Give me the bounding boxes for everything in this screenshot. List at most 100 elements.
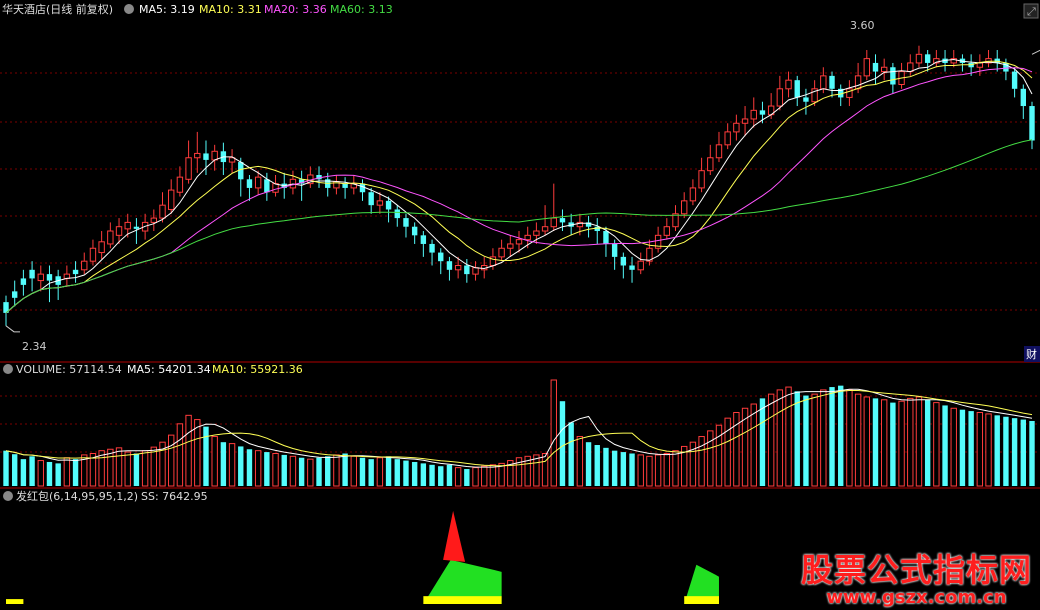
candle-body <box>515 239 523 245</box>
dropdown-icon[interactable] <box>3 491 13 501</box>
high-annotation: 3.60 <box>850 19 875 32</box>
volume-bar <box>568 422 574 486</box>
volume-bar <box>133 453 140 486</box>
candle-body <box>829 75 835 89</box>
volume-bar <box>333 454 340 487</box>
candle-body <box>429 243 435 253</box>
volume-bar <box>220 442 227 486</box>
candle-body <box>794 80 800 98</box>
volume-bar <box>915 396 923 487</box>
volume-bar <box>228 443 236 487</box>
volume-bar <box>185 414 192 487</box>
volume-bar <box>446 464 453 486</box>
candle-body <box>246 179 253 188</box>
ma10-label: MA10: 3.31 <box>199 3 262 16</box>
candle-body <box>863 58 870 77</box>
volume-bar <box>107 448 114 487</box>
dropdown-icon[interactable] <box>3 364 13 374</box>
volume-bar <box>654 454 662 487</box>
candle-body <box>176 176 184 193</box>
candle-body <box>733 122 740 133</box>
indicator-label: 发红包(6,14,95,95,1,2) <box>16 489 138 503</box>
chart-stage[interactable]: 华天酒店(日线 前复权) MA5: 3.19 MA10: 3.31 MA20: … <box>0 0 1040 610</box>
candle-body <box>785 79 792 90</box>
candle-body <box>776 88 784 107</box>
volume-bar <box>385 456 392 486</box>
dropdown-icon[interactable] <box>124 4 134 14</box>
candle-body <box>385 200 392 210</box>
candle-body <box>411 226 418 236</box>
volume-bar <box>907 397 914 487</box>
candle-body <box>472 267 479 275</box>
ma10-line <box>5 60 1033 314</box>
volume-bar <box>55 463 61 486</box>
volume-bar <box>880 399 888 487</box>
candle-body <box>854 75 862 90</box>
volume-bar <box>72 459 79 486</box>
volume-bar <box>194 419 201 487</box>
candle-body <box>107 230 114 245</box>
candle-body <box>976 62 984 68</box>
indicator-yellow-band <box>6 599 24 604</box>
volume-bar <box>264 452 270 486</box>
ma60-line <box>5 139 1033 314</box>
volume-ma5-label: MA5: 54201.34 <box>127 363 211 376</box>
volume-bar <box>637 454 644 487</box>
candlestick-series[interactable] <box>3 45 1040 333</box>
volume-bar <box>394 459 400 486</box>
candle-body <box>750 109 757 120</box>
volume-bar <box>541 452 549 487</box>
candle-body <box>124 221 131 230</box>
volume-bar <box>968 411 974 486</box>
candle-body <box>115 226 123 236</box>
watermark: 股票公式指标网 www.gszx.com.cn <box>801 552 1032 608</box>
candle-body <box>620 256 627 266</box>
candle-body <box>533 230 540 236</box>
candle-body <box>637 260 644 271</box>
candle-body <box>594 226 600 232</box>
watermark-main: 股票公式指标网 <box>800 551 1032 589</box>
candle-body <box>438 252 444 262</box>
candle-body <box>715 144 723 159</box>
volume-bar <box>611 450 618 486</box>
candle-body <box>376 200 384 206</box>
page-title: 华天酒店(日线 前复权) <box>2 2 113 16</box>
candle-body <box>368 192 374 206</box>
candle-body <box>507 243 514 249</box>
volume-bar <box>368 459 374 486</box>
candle-body <box>359 183 366 193</box>
indicator-yellow-band <box>684 596 719 604</box>
volume-bar <box>829 387 835 486</box>
ma60-label: MA60: 3.13 <box>330 3 393 16</box>
candle-body <box>446 261 453 270</box>
volume-bar <box>985 413 992 487</box>
candle-body <box>89 247 97 262</box>
volume-bar <box>359 457 366 486</box>
volume-ma10-label: MA10: 55921.36 <box>212 363 303 376</box>
volume-bar <box>803 395 809 486</box>
candle-body <box>29 269 35 279</box>
volume-bar <box>811 393 818 487</box>
volume-bar <box>316 457 322 486</box>
candle-body <box>603 231 609 244</box>
volume-bar <box>472 467 479 487</box>
volume-bar <box>272 452 279 487</box>
candle-body <box>133 226 140 229</box>
candle-body <box>454 264 462 271</box>
volume-bar <box>559 401 566 486</box>
volume-bar <box>838 385 844 486</box>
candle-body <box>185 157 192 180</box>
watermark-url: www.gszx.com.cn <box>826 587 1007 608</box>
candle-body <box>698 170 705 189</box>
candle-body <box>872 62 879 72</box>
volume-series[interactable] <box>3 379 1035 487</box>
indicator-yellow-band <box>423 596 502 604</box>
candle-body <box>724 131 731 146</box>
candle-body <box>464 265 470 275</box>
volume-bar <box>698 436 705 487</box>
volume-bar <box>11 454 18 486</box>
annotation-pointer <box>5 325 20 333</box>
volume-bar <box>959 409 966 486</box>
volume-bar <box>629 453 635 486</box>
candle-body <box>1011 71 1018 89</box>
